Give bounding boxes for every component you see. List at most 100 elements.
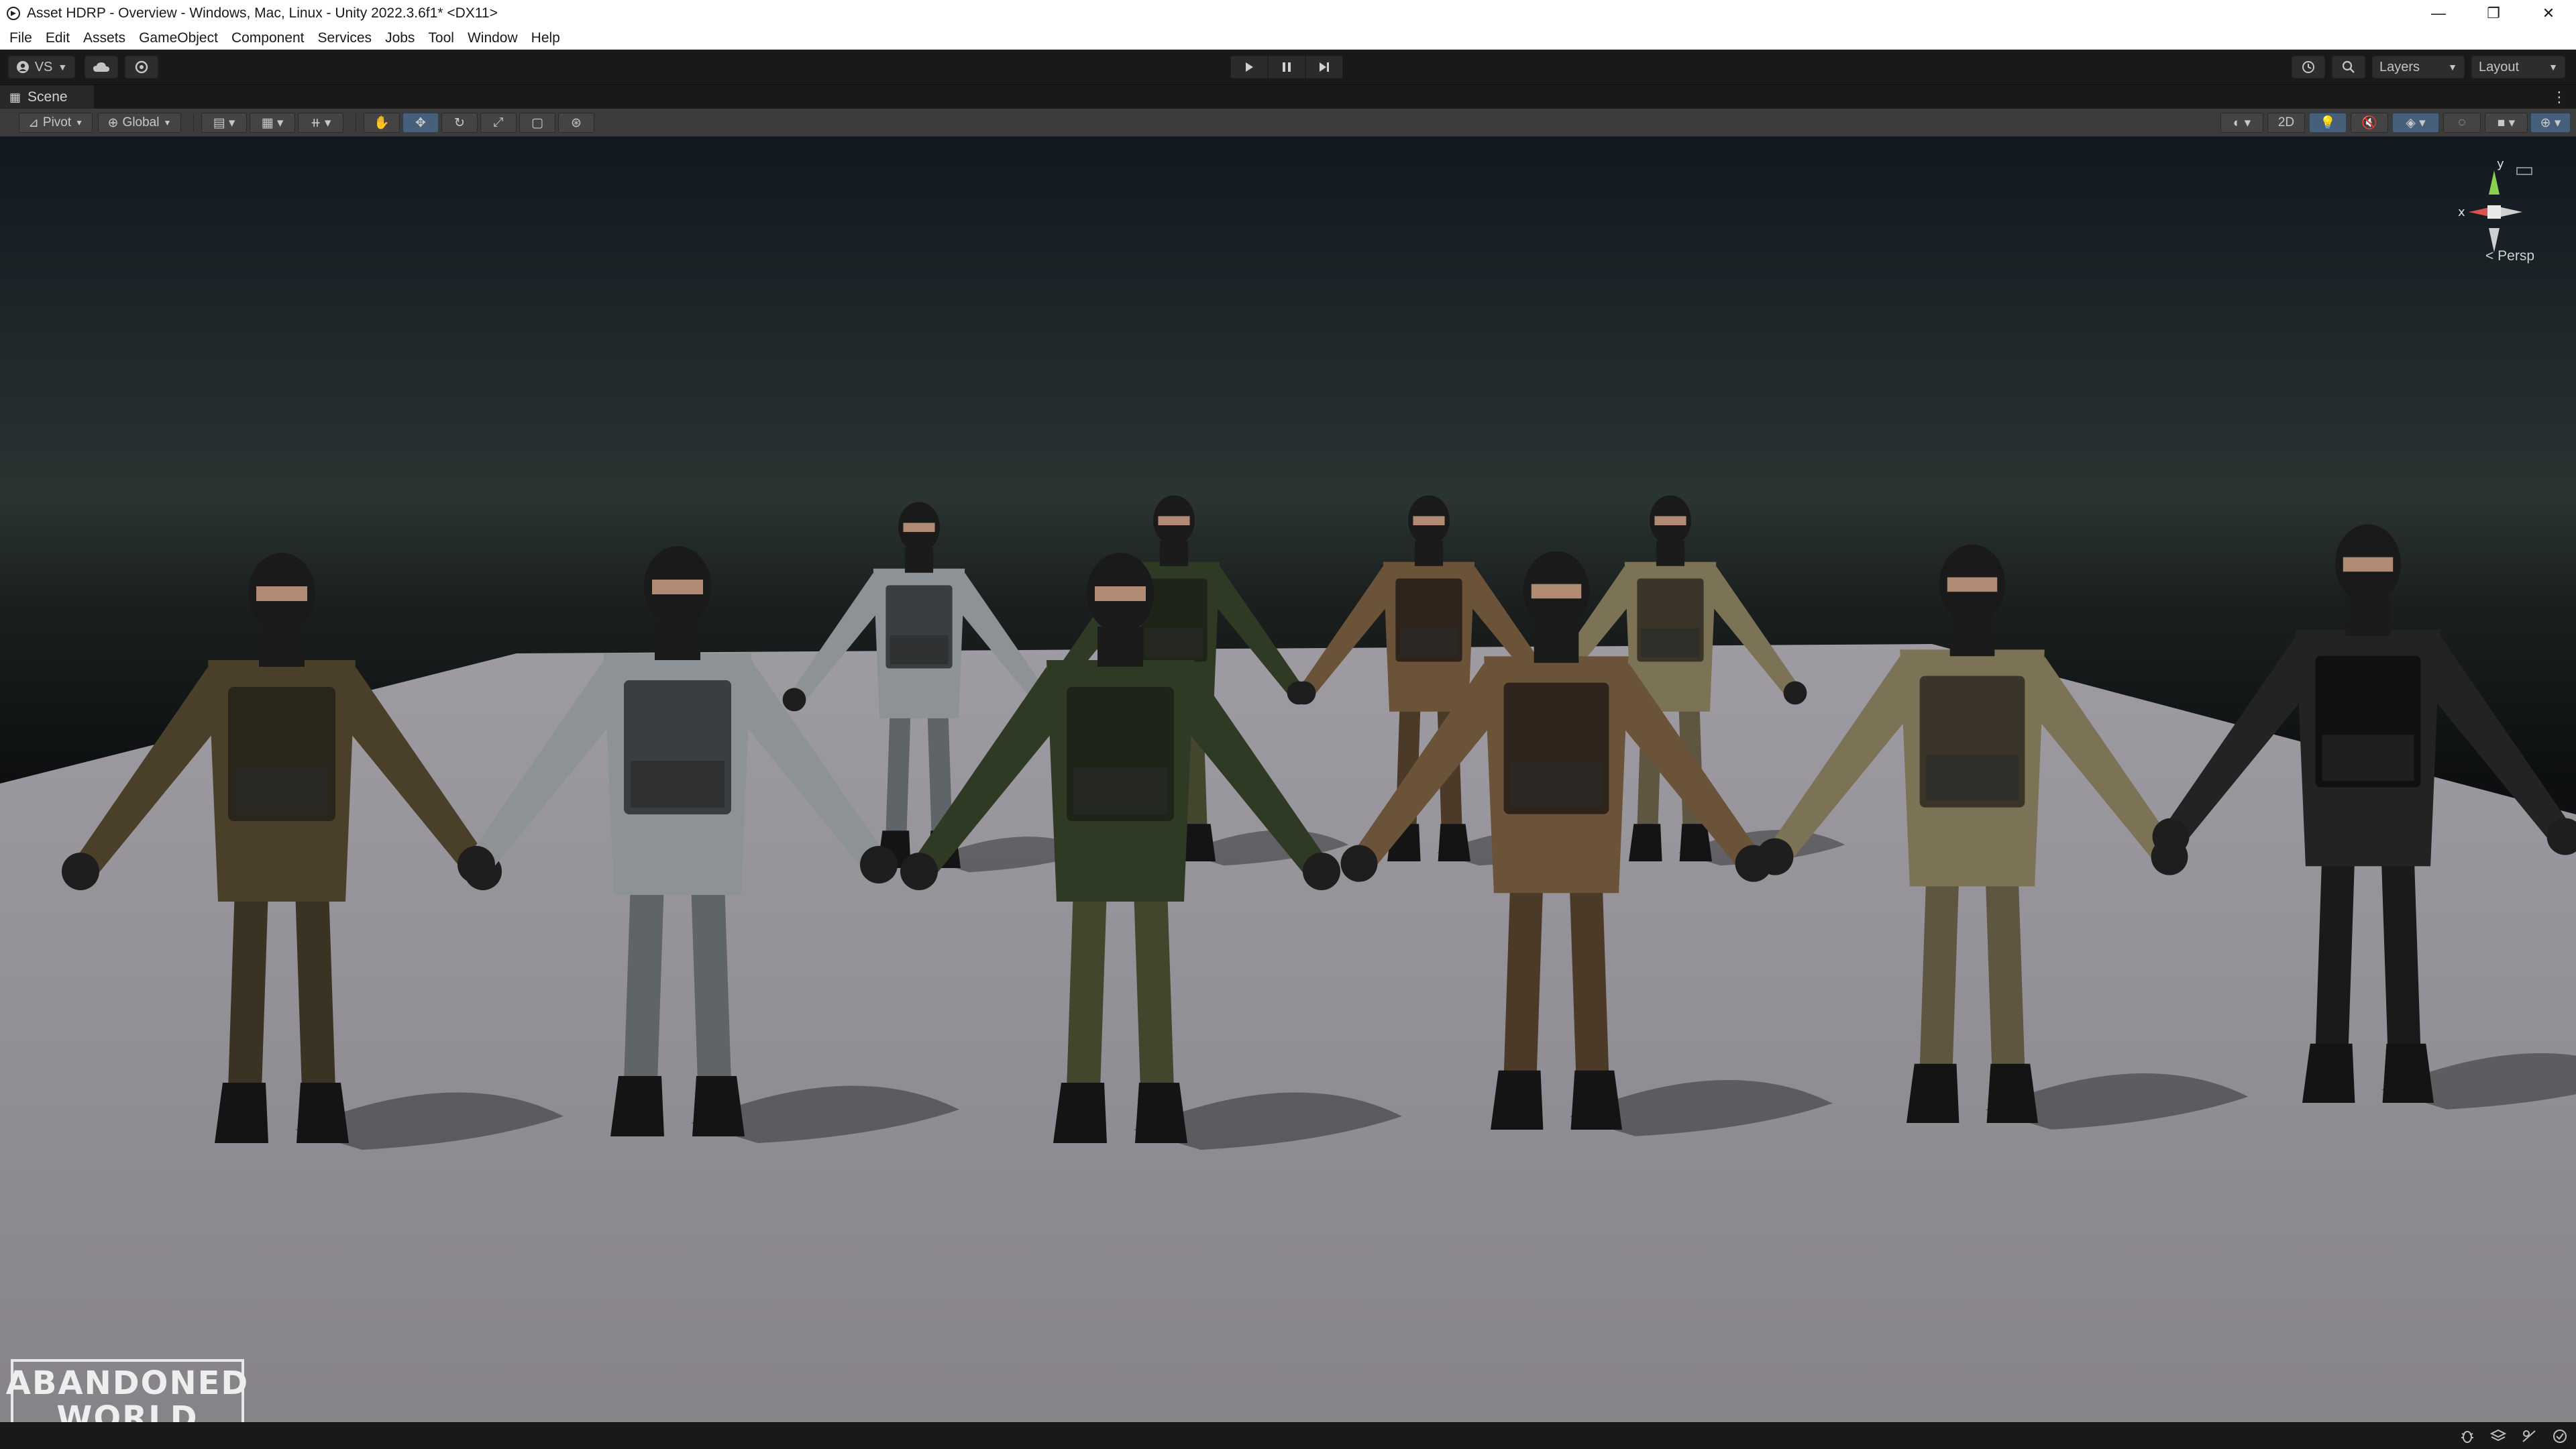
hidden-objects-toggle[interactable]: ◌: [2443, 113, 2481, 133]
rect-tool-button[interactable]: ▢: [519, 113, 555, 133]
step-button[interactable]: [1305, 56, 1343, 78]
menu-bar: File Edit Assets GameObject Component Se…: [0, 27, 2576, 50]
cloud-button[interactable]: [85, 56, 118, 78]
minimize-button[interactable]: —: [2411, 0, 2466, 27]
rotate-tool-button[interactable]: ↻: [441, 113, 478, 133]
soldier-eyes: [2343, 557, 2394, 572]
menu-assets[interactable]: Assets: [76, 27, 132, 50]
draw-mode-dropdown[interactable]: ◐ ▾: [2220, 113, 2263, 133]
scene-viewport[interactable]: y x < Persp ABANDONED WORLD: [0, 137, 2576, 1422]
toggle-2d-button[interactable]: 2D: [2267, 113, 2305, 133]
gizmo-y-axis[interactable]: [2489, 170, 2500, 195]
effects-dropdown[interactable]: ◈ ▾: [2392, 113, 2439, 133]
tab-scene[interactable]: ▦ Scene: [0, 85, 94, 109]
soldier-vest-pouch: [890, 635, 949, 665]
pause-button[interactable]: [1268, 56, 1305, 78]
soldier-boot: [1629, 824, 1662, 861]
chevron-down-icon: ▼: [163, 118, 172, 127]
account-dropdown[interactable]: VS ▼: [8, 56, 75, 78]
title-bar: Asset HDRP - Overview - Windows, Mac, Li…: [0, 0, 2576, 27]
menu-services[interactable]: Services: [311, 27, 379, 50]
logo-line1: ABANDONED: [5, 1364, 250, 1402]
soldier-boot: [1907, 1063, 1960, 1123]
gizmo-center[interactable]: [2487, 205, 2501, 219]
close-button[interactable]: ✕: [2521, 0, 2576, 27]
rect-icon: ▢: [531, 115, 543, 130]
history-icon: [2302, 61, 2314, 73]
soldier-boot: [1986, 1063, 2038, 1123]
grid-icon: ▤ ▾: [213, 115, 235, 130]
pivot-label: Pivot: [42, 115, 72, 129]
chevron-down-icon: ▼: [2448, 62, 2457, 72]
kebab-menu-icon[interactable]: ⋮: [2552, 85, 2567, 109]
check-circle-icon[interactable]: [2551, 1427, 2569, 1446]
global-dropdown[interactable]: ⊕ Global ▼: [98, 113, 181, 133]
increment-snap-dropdown[interactable]: ⧺ ▾: [298, 113, 343, 133]
layers-stack-icon[interactable]: [2489, 1427, 2508, 1446]
menu-file[interactable]: File: [3, 27, 39, 50]
soldier-boot: [297, 1083, 349, 1143]
camera-dropdown[interactable]: ■ ▾: [2485, 113, 2528, 133]
gizmos-icon: ⊕ ▾: [2540, 115, 2561, 130]
projection-toggle[interactable]: < Persp: [2485, 248, 2534, 264]
rotate-icon: ↻: [454, 115, 465, 130]
grid-visibility-dropdown[interactable]: ▤ ▾: [201, 113, 247, 133]
collab-button[interactable]: [125, 56, 158, 78]
snap-dropdown[interactable]: ▦ ▾: [250, 113, 295, 133]
layers-label: Layers: [2379, 59, 2420, 74]
lighting-toggle[interactable]: 💡: [2309, 113, 2347, 133]
layout-label: Layout: [2479, 59, 2520, 74]
transform-tool-button[interactable]: ⊛: [558, 113, 594, 133]
soldier-leg: [1134, 888, 1174, 1089]
menu-tool[interactable]: Tool: [421, 27, 461, 50]
audio-mute-icon: 🔇: [2361, 116, 2377, 130]
restore-button[interactable]: ❐: [2466, 0, 2521, 27]
menu-jobs[interactable]: Jobs: [378, 27, 421, 50]
soldier-leg: [228, 888, 268, 1089]
mode-2d-label: 2D: [2277, 115, 2295, 129]
network-icon[interactable]: [2520, 1427, 2538, 1446]
soldier-leg: [295, 888, 335, 1089]
menu-help[interactable]: Help: [525, 27, 567, 50]
scene-render: [0, 137, 2576, 1422]
abandoned-world-logo: ABANDONED WORLD: [6, 1359, 248, 1422]
soldier-glove: [2152, 818, 2190, 855]
menu-window[interactable]: Window: [461, 27, 525, 50]
pivot-dropdown[interactable]: ⊿ Pivot ▼: [19, 113, 93, 133]
play-button[interactable]: [1230, 56, 1268, 78]
menu-gameobject[interactable]: GameObject: [132, 27, 225, 50]
layout-dropdown[interactable]: Layout ▼: [2471, 56, 2565, 78]
soldier-glove: [1340, 845, 1378, 882]
menu-edit[interactable]: Edit: [39, 27, 76, 50]
search-button[interactable]: [2332, 56, 2365, 78]
soldier-leg: [624, 881, 664, 1083]
history-button[interactable]: [2292, 56, 2325, 78]
svg-text:x: x: [2458, 205, 2465, 219]
menu-component[interactable]: Component: [225, 27, 311, 50]
layers-dropdown[interactable]: Layers ▼: [2372, 56, 2465, 78]
audio-toggle[interactable]: 🔇: [2351, 113, 2388, 133]
gizmos-dropdown[interactable]: ⊕ ▾: [2530, 113, 2571, 133]
move-tool-button[interactable]: ✥: [402, 113, 439, 133]
chevron-down-icon: ▼: [2548, 62, 2558, 72]
soldier-vest-pouch: [1641, 628, 1700, 658]
close-icon: ✕: [2542, 5, 2555, 21]
soldier-glove: [458, 846, 495, 883]
scale-tool-button[interactable]: ⤢: [480, 113, 517, 133]
soldier-vest-pouch: [1510, 761, 1603, 808]
soldier-vest-pouch: [2322, 735, 2414, 781]
scene-grid-icon: ▦: [9, 90, 21, 104]
projection-label: Persp: [2498, 248, 2534, 264]
soldier-leg: [1919, 873, 1960, 1071]
hand-tool-button[interactable]: ✋: [364, 113, 400, 133]
soldier-boot: [2382, 1043, 2434, 1103]
soldier-eyes: [1531, 584, 1582, 599]
svg-text:y: y: [2497, 157, 2504, 171]
soldier-boot: [1491, 1070, 1544, 1130]
increment-icon: ⧺ ▾: [310, 115, 331, 130]
globe-icon: ⊕: [107, 115, 119, 130]
soldier-boot: [1570, 1070, 1622, 1130]
effects-icon: ◈ ▾: [2406, 115, 2426, 130]
bug-icon[interactable]: [2458, 1427, 2477, 1446]
soldier-vest-pouch: [1926, 755, 2019, 801]
